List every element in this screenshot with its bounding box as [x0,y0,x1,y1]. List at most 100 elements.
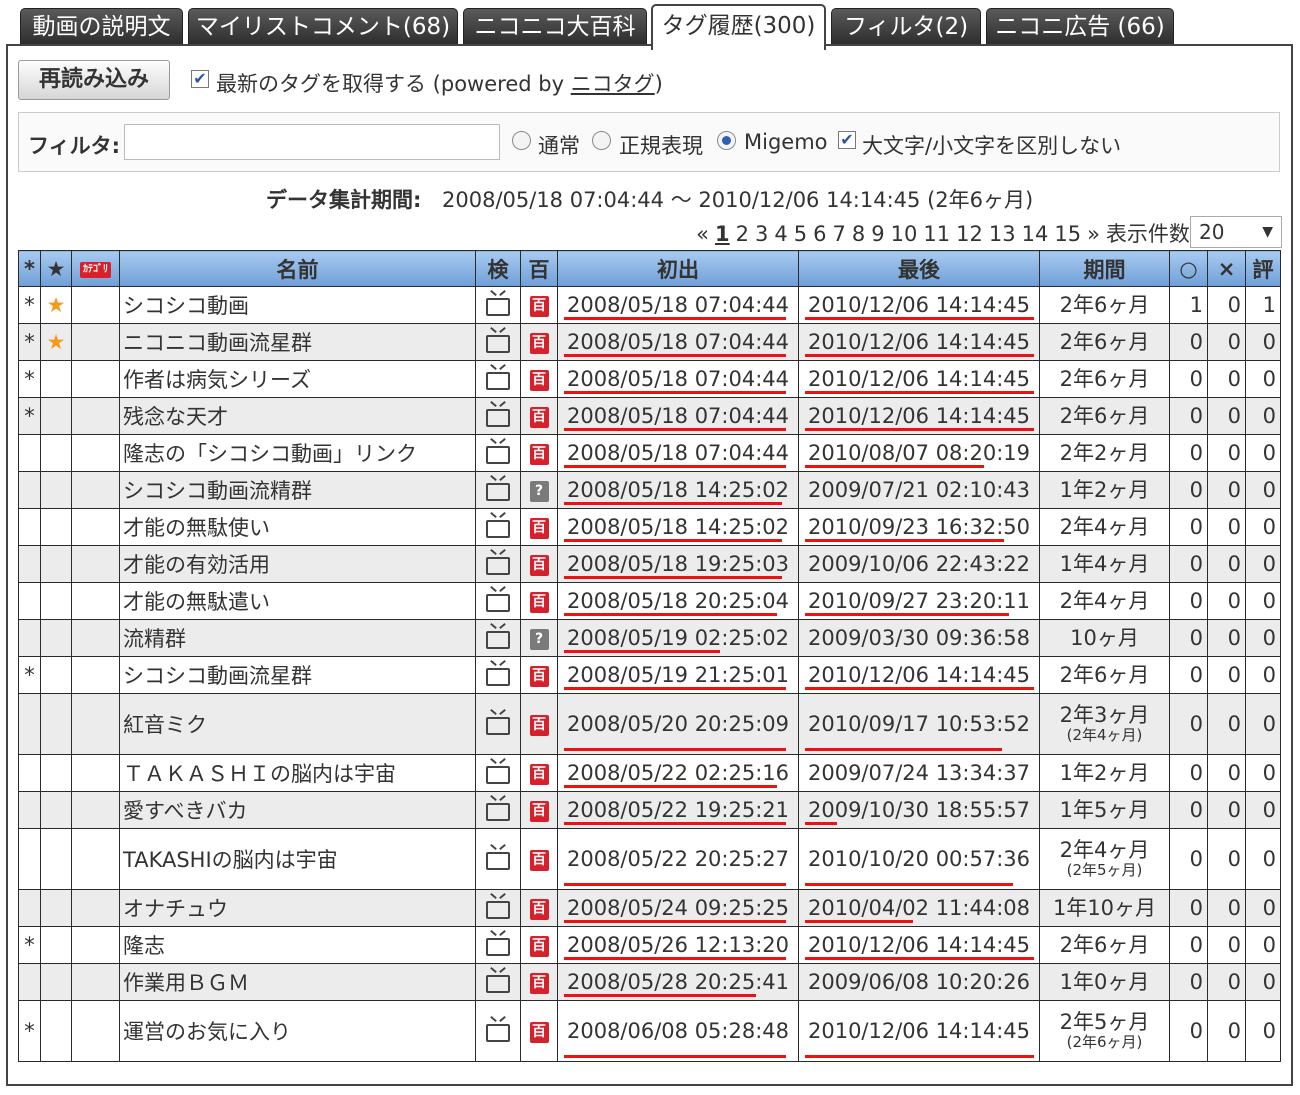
dic-cell[interactable]: 百 [520,545,558,583]
tag-name[interactable]: 流精群 [119,619,476,657]
ignore-case-checkbox[interactable]: ✔ [838,131,856,149]
tag-name[interactable]: オナチュウ [119,889,476,927]
dic-cell[interactable]: 百 [520,360,558,398]
page-link[interactable]: 3 [755,222,768,246]
dic-cell[interactable]: 百 [520,1000,558,1062]
dic-cell[interactable]: 百 [520,582,558,620]
reload-button[interactable]: 再読み込み [18,60,170,100]
per-page-select[interactable]: 20 ▼ [1190,216,1282,248]
search-cell[interactable] [475,828,521,890]
page-link[interactable]: 5 [794,222,807,246]
fav-cell[interactable] [40,791,72,829]
col-header-score[interactable]: 評 [1245,250,1281,287]
page-link[interactable]: 2 [736,222,749,246]
dic-cell[interactable]: 百 [520,693,558,755]
search-cell[interactable] [475,791,521,829]
col-header-period[interactable]: 期間 [1039,250,1170,287]
dic-cell[interactable]: ? [520,471,558,509]
tag-name[interactable]: 愛すべきバカ [119,791,476,829]
fetch-latest-checkbox[interactable]: ✔ [191,70,209,88]
dic-cell[interactable]: 百 [520,791,558,829]
col-header-name[interactable]: 名前 [119,250,476,287]
mode-migemo-radio[interactable] [717,131,736,150]
col-header-dic[interactable]: 百 [520,250,558,287]
search-cell[interactable] [475,926,521,964]
search-cell[interactable] [475,582,521,620]
pager-next[interactable]: » [1087,222,1100,246]
dic-cell[interactable]: 百 [520,963,558,1001]
fav-cell[interactable] [40,963,72,1001]
search-cell[interactable] [475,360,521,398]
fav-cell[interactable] [40,360,72,398]
tag-name[interactable]: TAKASHIの脳内は宇宙 [119,828,476,890]
fav-cell[interactable] [40,889,72,927]
page-link[interactable]: 10 [891,222,918,246]
search-cell[interactable] [475,323,521,361]
search-cell[interactable] [475,434,521,472]
page-link[interactable]: 15 [1054,222,1081,246]
dic-cell[interactable]: 百 [520,286,558,324]
tab-nicopedia[interactable]: ニコニコ大百科 [463,8,647,46]
dic-cell[interactable]: 百 [520,828,558,890]
dic-cell[interactable]: 百 [520,434,558,472]
page-link[interactable]: 12 [956,222,983,246]
dic-cell[interactable]: 百 [520,323,558,361]
fav-cell[interactable] [40,545,72,583]
search-cell[interactable] [475,286,521,324]
tab-tag-history[interactable]: タグ履歴(300) [651,4,826,50]
fav-cell[interactable] [40,397,72,435]
page-link[interactable]: 4 [774,222,787,246]
tag-name[interactable]: 残念な天才 [119,397,476,435]
tag-name[interactable]: 隆志 [119,926,476,964]
search-cell[interactable] [475,693,521,755]
fav-cell[interactable] [40,434,72,472]
dic-cell[interactable]: 百 [520,656,558,694]
search-cell[interactable] [475,397,521,435]
tag-name[interactable]: ＴＡＫＡＳＨＩの脳内は宇宙 [119,754,476,792]
col-header-search[interactable]: 検 [475,250,521,287]
page-link[interactable]: 11 [923,222,950,246]
dic-cell[interactable]: 百 [520,397,558,435]
tag-name[interactable]: 作者は病気シリーズ [119,360,476,398]
fav-cell[interactable] [40,656,72,694]
col-header-lock[interactable]: * [18,250,41,287]
tag-name[interactable]: 才能の無駄使い [119,508,476,546]
dic-cell[interactable]: ? [520,619,558,657]
fav-cell[interactable]: ★ [40,323,72,361]
fav-cell[interactable]: ★ [40,286,72,324]
search-cell[interactable] [475,545,521,583]
fav-cell[interactable] [40,471,72,509]
fav-cell[interactable] [40,1000,72,1062]
tab-video-description[interactable]: 動画の説明文 [20,8,183,46]
tab-nico-ads[interactable]: ニコニ広告 (66) [986,8,1174,46]
tag-name[interactable]: 才能の有効活用 [119,545,476,583]
page-link[interactable]: 8 [852,222,865,246]
col-header-first[interactable]: 初出 [557,250,799,287]
col-header-fav[interactable]: ★ [40,250,72,287]
search-cell[interactable] [475,889,521,927]
tab-filter[interactable]: フィルタ(2) [831,8,981,46]
col-header-bad[interactable]: × [1207,250,1246,287]
col-header-category[interactable]: ｶﾃｺﾞﾘ [71,250,120,287]
tag-name[interactable]: シコシコ動画流星群 [119,656,476,694]
col-header-good[interactable]: ○ [1169,250,1208,287]
search-cell[interactable] [475,619,521,657]
page-link[interactable]: 14 [1022,222,1049,246]
page-link[interactable]: 6 [813,222,826,246]
search-cell[interactable] [475,508,521,546]
dic-cell[interactable]: 百 [520,754,558,792]
fav-cell[interactable] [40,926,72,964]
tag-name[interactable]: ニコニコ動画流星群 [119,323,476,361]
search-cell[interactable] [475,471,521,509]
filter-input[interactable] [124,124,500,160]
pager-prev[interactable]: « [696,222,709,246]
tag-name[interactable]: シコシコ動画 [119,286,476,324]
page-link[interactable]: 9 [871,222,884,246]
tag-name[interactable]: 作業用ＢＧＭ [119,963,476,1001]
search-cell[interactable] [475,656,521,694]
tag-name[interactable]: シコシコ動画流精群 [119,471,476,509]
dic-cell[interactable]: 百 [520,926,558,964]
mode-regex-radio[interactable] [592,131,611,150]
page-link[interactable]: 1 [715,222,730,246]
fav-cell[interactable] [40,828,72,890]
